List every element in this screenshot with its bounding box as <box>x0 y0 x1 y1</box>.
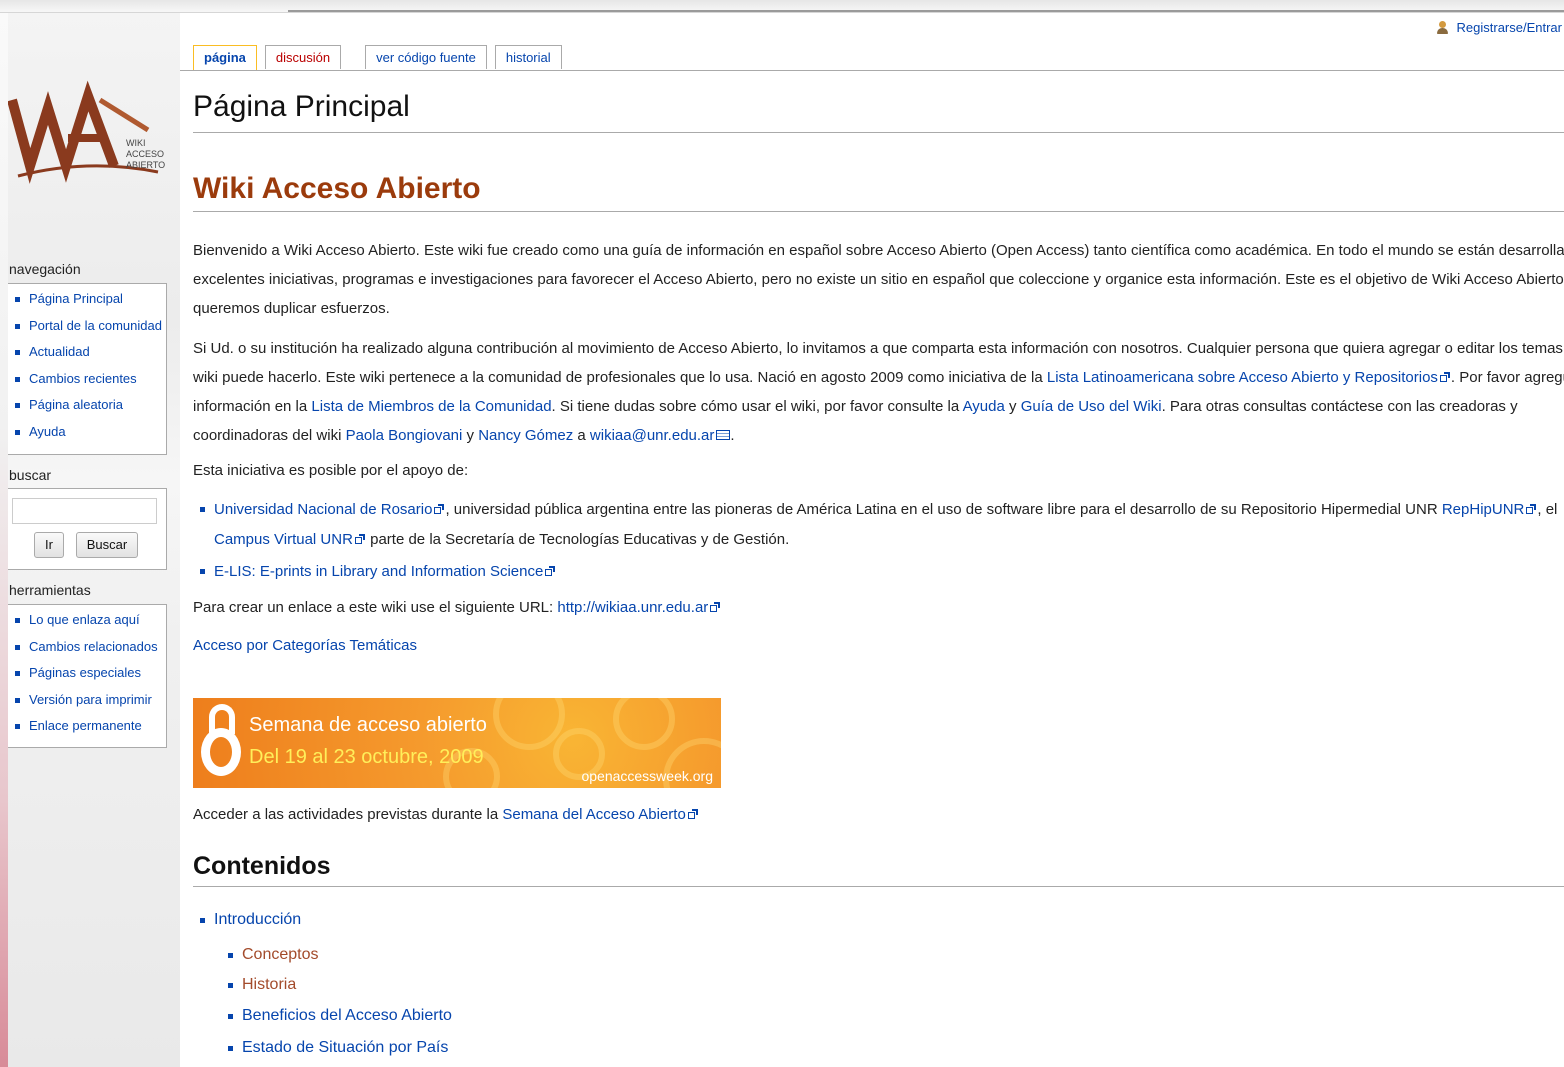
external-link-icon <box>434 504 445 515</box>
contrib-line-2: wiki puede hacerlo. Este wiki pertenece … <box>193 369 1564 386</box>
external-link-icon <box>687 809 699 820</box>
activities-line: Acceder a las actividades previstas dura… <box>193 800 699 829</box>
link-nancy-gomez[interactable]: Nancy Gómez <box>478 427 573 444</box>
nav-item-community-portal[interactable]: Portal de la comunidad <box>8 317 166 344</box>
search-title: buscar <box>9 467 52 483</box>
tab-history[interactable]: historial <box>494 45 562 69</box>
tools-item-permanent-link[interactable]: Enlace permanente <box>8 717 166 744</box>
page-tabs: página discusión ver código fuente histo… <box>193 45 570 71</box>
link-lista-miembros[interactable]: Lista de Miembros de la Comunidad <box>311 398 551 415</box>
page-title: Página Principal <box>193 90 410 123</box>
link-rephipunr[interactable]: RepHipUNR <box>1442 501 1525 518</box>
link-ayuda[interactable]: Ayuda <box>963 398 1005 415</box>
nav-item-random-page[interactable]: Página aleatoria <box>8 396 166 423</box>
nav-item-current-events[interactable]: Actualidad <box>8 343 166 370</box>
external-link-icon <box>710 602 721 613</box>
link-elis[interactable]: E-LIS: E-prints in Library and Informati… <box>214 563 543 580</box>
support-item-1-cont: Campus Virtual UNR parte de la Secretarí… <box>214 531 790 548</box>
link-campus-virtual[interactable]: Campus Virtual UNR <box>214 531 353 548</box>
intro-line-1: Bienvenido a Wiki Acceso Abierto. Este w… <box>193 242 1564 259</box>
go-button[interactable]: Ir <box>34 532 64 558</box>
tools-item-related-changes[interactable]: Cambios relacionados <box>8 638 166 665</box>
open-access-week-banner[interactable]: Semana de acceso abierto Del 19 al 23 oc… <box>193 698 721 788</box>
toc-item-historia[interactable]: Historia <box>228 976 296 994</box>
toc-item-beneficios[interactable]: Beneficios del Acceso Abierto <box>228 1007 452 1025</box>
toc-item-estado-situacion[interactable]: Estado de Situación por País <box>228 1039 448 1057</box>
contrib-line-1: Si Ud. o su institución ha realizado alg… <box>193 340 1564 357</box>
link-lista-latinoamericana[interactable]: Lista Latinoamericana sobre Acceso Abier… <box>1047 369 1438 386</box>
tab-page[interactable]: página <box>193 45 257 71</box>
tools-portlet: Lo que enlaza aquí Cambios relacionados … <box>8 604 167 748</box>
logo-text-3: ABIERTO <box>126 160 165 170</box>
contents-heading: Contenidos <box>193 852 331 880</box>
mail-icon <box>716 430 731 440</box>
link-semana-acceso-abierto[interactable]: Semana del Acceso Abierto <box>502 806 685 823</box>
banner-title: Semana de acceso abierto <box>249 714 487 736</box>
sidebar-edge <box>0 0 8 1067</box>
logo-text-2: ACCESO <box>126 149 164 159</box>
contrib-line-4: coordinadoras del wiki Paola Bongiovani … <box>193 427 735 444</box>
heading-rule <box>193 211 1564 212</box>
logo-text-1: WIKI <box>126 138 146 148</box>
support-item-2: E-LIS: E-prints in Library and Informati… <box>200 556 556 587</box>
link-categorias[interactable]: Acceso por Categorías Temáticas <box>193 631 417 660</box>
banner-site: openaccessweek.org <box>581 768 713 784</box>
toc-item-introduccion[interactable]: Introducción <box>200 911 301 929</box>
intro-line-3: queremos duplicar esfuerzos. <box>193 300 390 317</box>
nav-item-recent-changes[interactable]: Cambios recientes <box>8 370 166 397</box>
banner-dates: Del 19 al 23 octubre, 2009 <box>249 746 484 768</box>
tools-item-what-links-here[interactable]: Lo que enlaza aquí <box>8 611 166 638</box>
nav-item-main-page[interactable]: Página Principal <box>8 290 166 317</box>
tools-item-printable-version[interactable]: Versión para imprimir <box>8 691 166 718</box>
tools-title: herramientas <box>9 582 91 598</box>
external-link-icon <box>545 566 556 577</box>
contrib-line-3: información en la Lista de Miembros de l… <box>193 398 1518 415</box>
site-logo[interactable]: WIKI ACCESO ABIERTO <box>7 78 168 198</box>
top-rule <box>288 10 1564 12</box>
toc-item-conceptos[interactable]: Conceptos <box>228 946 319 964</box>
content-top-rule <box>180 70 1564 71</box>
link-paola-bongiovani[interactable]: Paola Bongiovani <box>346 427 463 444</box>
support-item-1: Universidad Nacional de Rosario, univers… <box>200 494 1557 525</box>
tab-view-source[interactable]: ver código fuente <box>365 45 487 69</box>
login-link[interactable]: Registrarse/Entrar <box>1436 20 1562 35</box>
link-email[interactable]: wikiaa@unr.edu.ar <box>590 427 714 444</box>
nav-portlet: Página Principal Portal de la comunidad … <box>8 283 167 455</box>
wiki-heading: Wiki Acceso Abierto <box>193 172 481 205</box>
link-wiki-url[interactable]: http://wikiaa.unr.edu.ar <box>557 599 708 616</box>
contents-rule <box>193 886 1564 887</box>
nav-item-help[interactable]: Ayuda <box>8 423 166 450</box>
support-intro: Esta iniciativa es posible por el apoyo … <box>193 462 469 479</box>
url-line: Para crear un enlace a este wiki use el … <box>193 593 721 622</box>
user-icon <box>1436 20 1449 35</box>
login-link-label: Registrarse/Entrar <box>1456 20 1562 35</box>
nav-title: navegación <box>9 261 81 277</box>
search-input[interactable] <box>12 498 157 524</box>
link-unr[interactable]: Universidad Nacional de Rosario <box>214 501 432 518</box>
intro-line-2: excelentes iniciativas, programas e inve… <box>193 271 1564 288</box>
title-rule <box>193 132 1564 133</box>
tools-item-special-pages[interactable]: Páginas especiales <box>8 664 166 691</box>
external-link-icon <box>1526 504 1537 515</box>
external-link-icon <box>354 534 366 545</box>
link-guia-uso[interactable]: Guía de Uso del Wiki <box>1021 398 1162 415</box>
external-link-icon <box>1439 372 1451 383</box>
tab-discussion[interactable]: discusión <box>264 45 342 69</box>
search-button[interactable]: Buscar <box>76 532 138 558</box>
